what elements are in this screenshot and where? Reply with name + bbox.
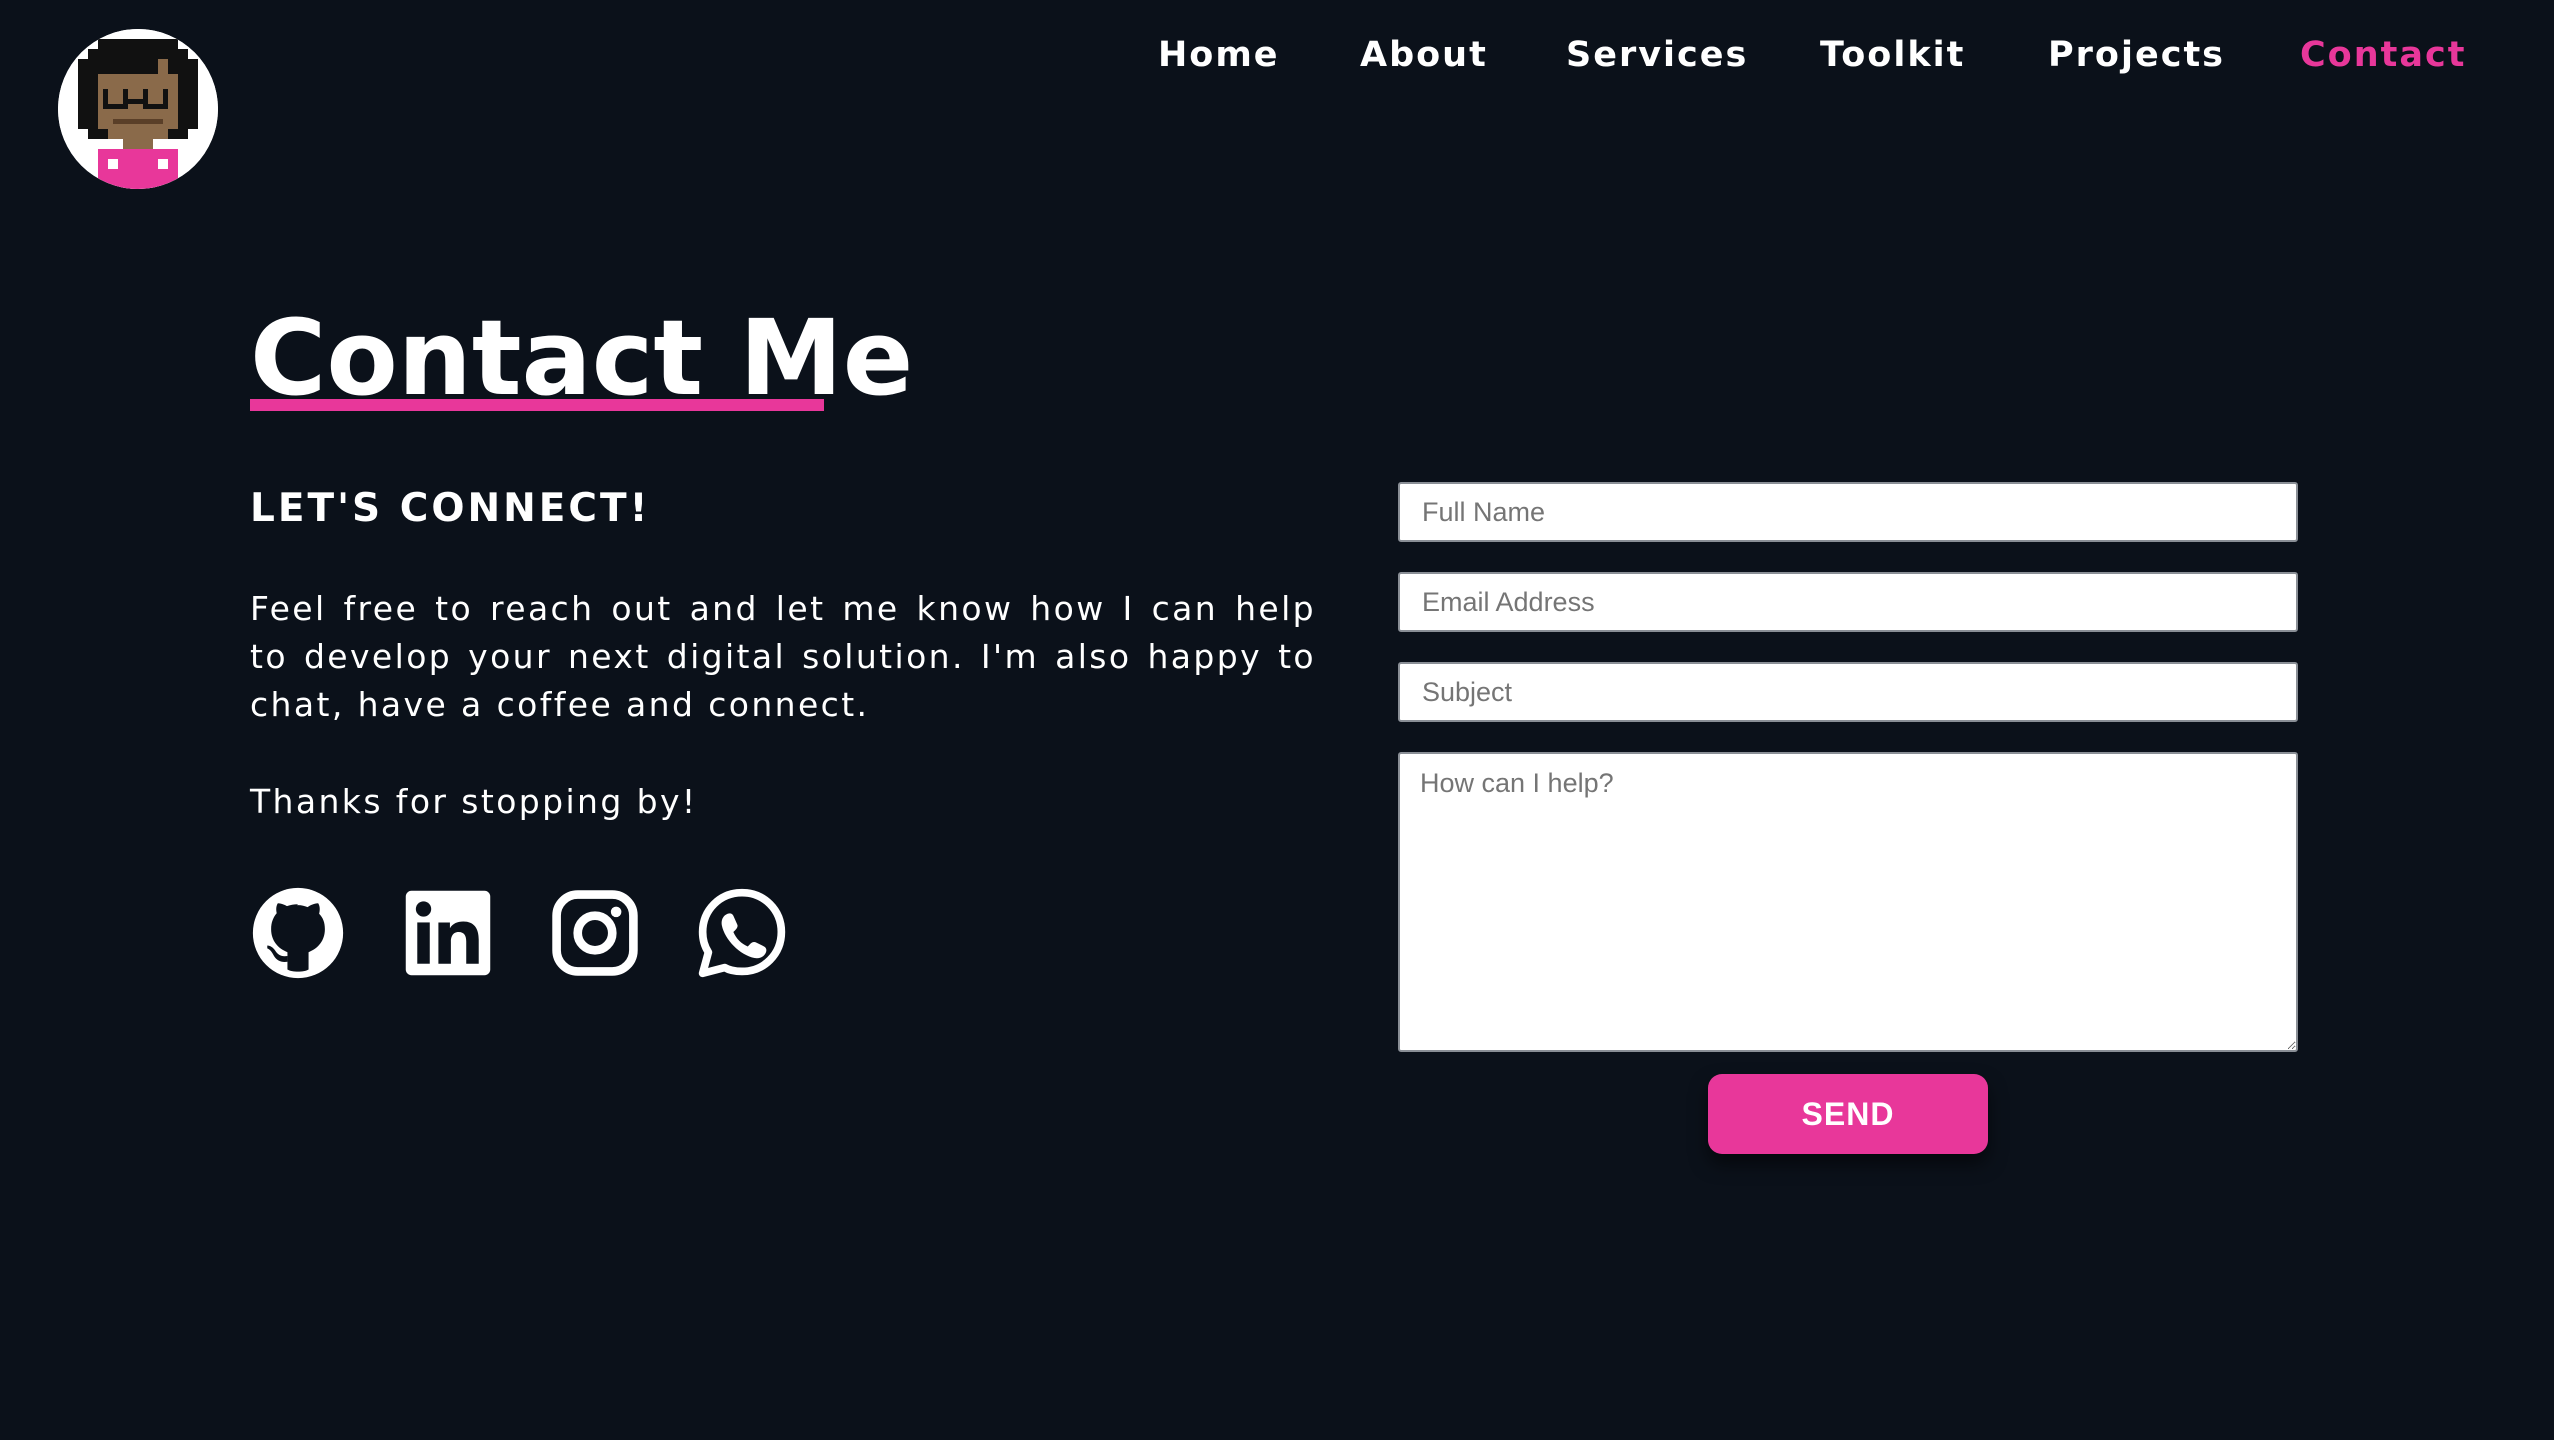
linkedin-icon [405,890,491,976]
nav-about[interactable]: About [1360,30,1488,80]
send-button[interactable]: SEND [1708,1074,1988,1154]
nav-services[interactable]: Services [1566,30,1748,80]
nav-contact[interactable]: Contact [2300,30,2466,80]
email-input[interactable] [1398,572,2298,632]
instagram-icon [552,890,638,976]
nav-toolkit[interactable]: Toolkit [1820,30,1965,80]
section-subtitle: LET'S CONNECT! [250,486,651,531]
main-nav: Home About Services Toolkit Projects Con… [0,30,2554,80]
instagram-link[interactable] [547,885,643,981]
nav-home[interactable]: Home [1158,30,1280,80]
github-link[interactable] [250,885,346,981]
thanks-text: Thanks for stopping by! [250,782,698,821]
full-name-input[interactable] [1398,482,2298,542]
linkedin-link[interactable] [400,885,496,981]
whatsapp-link[interactable] [694,885,790,981]
intro-text: Feel free to reach out and let me know h… [250,589,1316,724]
nav-projects[interactable]: Projects [2048,30,2225,80]
message-textarea[interactable] [1398,752,2298,1052]
whatsapp-icon [698,888,786,978]
github-icon [252,887,344,979]
subject-input[interactable] [1398,662,2298,722]
title-underline [250,399,824,411]
